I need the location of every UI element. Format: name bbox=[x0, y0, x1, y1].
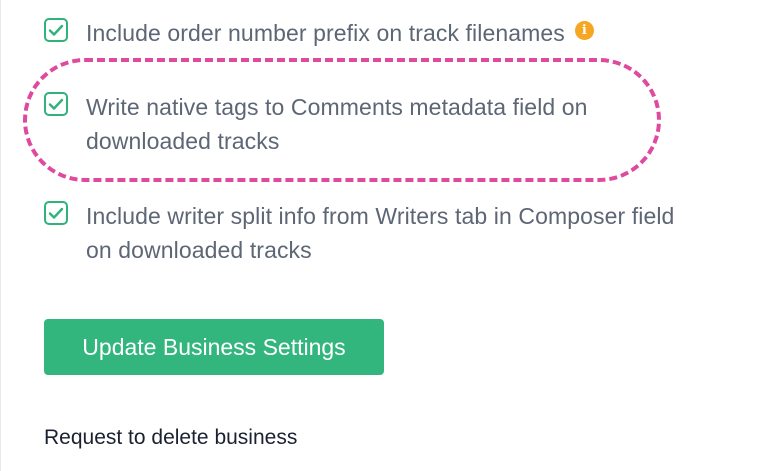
request-delete-business-link[interactable]: Request to delete business bbox=[44, 426, 297, 450]
native-tags-comments-label: Write native tags to Comments metadata f… bbox=[86, 94, 588, 154]
info-icon[interactable]: i bbox=[574, 21, 594, 40]
business-settings-panel: Include order number prefix on track fil… bbox=[0, 0, 760, 471]
order-number-prefix-label: Include order number prefix on track fil… bbox=[86, 16, 594, 50]
native-tags-comments-checkbox[interactable] bbox=[44, 92, 68, 116]
writer-split-composer-checkbox[interactable] bbox=[44, 201, 68, 225]
checkmark-icon bbox=[48, 24, 64, 36]
update-business-settings-button[interactable]: Update Business Settings bbox=[44, 319, 384, 375]
option-native-tags-comments: Write native tags to Comments metadata f… bbox=[44, 90, 644, 158]
checkmark-icon bbox=[48, 207, 64, 219]
option-writer-split-composer: Include writer split info from Writers t… bbox=[44, 199, 684, 267]
checkmark-icon bbox=[48, 98, 64, 110]
option-order-number-prefix: Include order number prefix on track fil… bbox=[44, 16, 594, 50]
writer-split-composer-label: Include writer split info from Writers t… bbox=[86, 203, 675, 263]
order-number-prefix-checkbox[interactable] bbox=[44, 18, 68, 42]
order-number-prefix-text: Include order number prefix on track fil… bbox=[86, 20, 565, 46]
